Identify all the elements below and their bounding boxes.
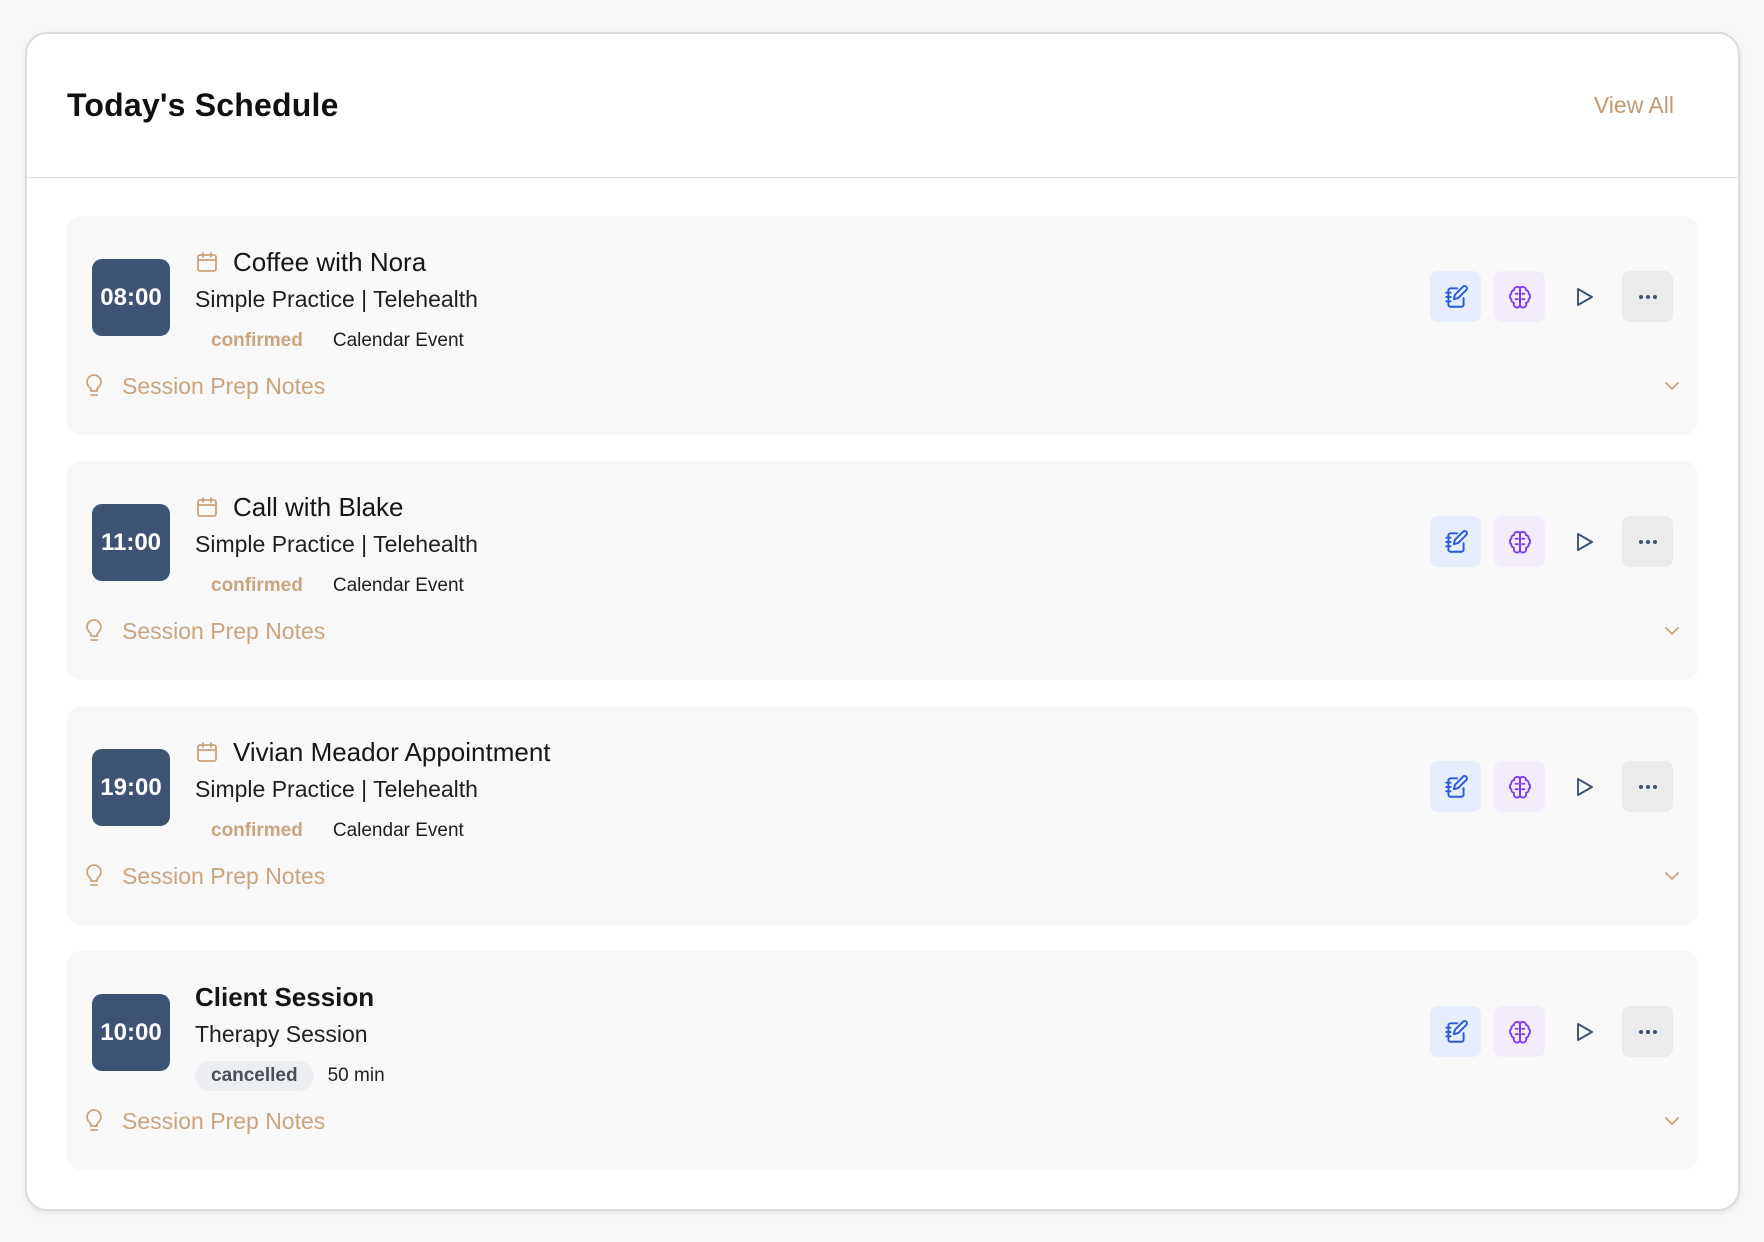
duration-label: 50 min	[327, 1065, 385, 1086]
time-badge: 11:00	[92, 504, 170, 581]
appointment-info: Vivian Meador Appointment Simple Practic…	[195, 734, 551, 847]
appointment-title: Vivian Meador Appointment	[233, 736, 551, 767]
appointment-actions	[1430, 516, 1673, 567]
session-prep-notes-toggle[interactable]: Session Prep Notes	[83, 613, 1682, 649]
appointment-item[interactable]: 19:00 Vivian Meador Appointment Simple P…	[67, 706, 1698, 925]
start-session-button[interactable]	[1558, 516, 1609, 567]
appointment-info: Coffee with Nora Simple Practice | Teleh…	[195, 244, 478, 357]
ai-brain-button[interactable]	[1494, 516, 1545, 567]
notes-edit-icon	[1443, 529, 1469, 555]
lightbulb-icon	[83, 863, 105, 889]
status-badge: confirmed	[211, 575, 303, 596]
more-options-button[interactable]	[1622, 516, 1673, 567]
more-options-button[interactable]	[1622, 761, 1673, 812]
notes-edit-icon	[1443, 284, 1469, 310]
view-all-link[interactable]: View All	[1594, 92, 1674, 119]
ai-brain-button[interactable]	[1494, 1006, 1545, 1057]
notes-button[interactable]	[1430, 271, 1481, 322]
calendar-icon	[195, 250, 219, 274]
appointment-info: Call with Blake Simple Practice | Telehe…	[195, 489, 478, 602]
play-icon	[1572, 530, 1596, 554]
notes-edit-icon	[1443, 1019, 1469, 1045]
start-session-button[interactable]	[1558, 761, 1609, 812]
event-type-label: Calendar Event	[332, 820, 464, 841]
brain-icon	[1507, 284, 1533, 310]
play-icon	[1572, 775, 1596, 799]
chevron-down-icon	[1662, 866, 1682, 886]
brain-icon	[1507, 774, 1533, 800]
appointment-item[interactable]: 10:00 Client Session Therapy Session can…	[67, 951, 1698, 1170]
appointment-title: Coffee with Nora	[233, 246, 427, 277]
brain-icon	[1507, 529, 1533, 555]
appointment-actions	[1430, 761, 1673, 812]
play-icon	[1572, 1020, 1596, 1044]
more-options-button[interactable]	[1622, 1006, 1673, 1057]
time-badge: 19:00	[92, 749, 170, 826]
brain-icon	[1507, 1019, 1533, 1045]
time-badge: 08:00	[92, 259, 170, 336]
appointment-subtitle: Simple Practice | Telehealth	[195, 776, 478, 802]
prep-notes-label: Session Prep Notes	[122, 1107, 326, 1134]
notes-edit-icon	[1443, 774, 1469, 800]
start-session-button[interactable]	[1558, 271, 1609, 322]
page-title: Today's Schedule	[67, 87, 339, 123]
session-prep-notes-toggle[interactable]: Session Prep Notes	[83, 368, 1682, 404]
more-horizontal-icon	[1636, 775, 1660, 799]
start-session-button[interactable]	[1558, 1006, 1609, 1057]
session-prep-notes-toggle[interactable]: Session Prep Notes	[83, 1103, 1682, 1139]
status-badge: confirmed	[211, 820, 303, 841]
event-type-label: Calendar Event	[332, 330, 464, 351]
appointment-title: Call with Blake	[233, 491, 404, 522]
status-badge: confirmed	[211, 330, 303, 351]
appointment-actions	[1430, 1006, 1673, 1057]
prep-notes-label: Session Prep Notes	[122, 862, 326, 889]
lightbulb-icon	[83, 618, 105, 644]
calendar-icon	[195, 495, 219, 519]
appointment-item[interactable]: 11:00 Call with Blake Simple Practice | …	[67, 461, 1698, 680]
schedule-header: Today's Schedule View All	[27, 34, 1738, 178]
appointment-list: 08:00 Coffee with Nora Simple Practice |…	[27, 178, 1738, 1170]
more-options-button[interactable]	[1622, 271, 1673, 322]
prep-notes-label: Session Prep Notes	[122, 617, 326, 644]
session-prep-notes-toggle[interactable]: Session Prep Notes	[83, 858, 1682, 894]
chevron-down-icon	[1662, 621, 1682, 641]
status-badge: cancelled	[195, 1061, 314, 1091]
appointment-subtitle: Simple Practice | Telehealth	[195, 286, 478, 312]
prep-notes-label: Session Prep Notes	[122, 372, 326, 399]
chevron-down-icon	[1662, 376, 1682, 396]
lightbulb-icon	[83, 373, 105, 399]
schedule-card: Today's Schedule View All 08:00 Coffee w…	[25, 32, 1740, 1211]
lightbulb-icon	[83, 1108, 105, 1134]
more-horizontal-icon	[1636, 530, 1660, 554]
appointment-info: Client Session Therapy Session cancelled…	[195, 979, 385, 1092]
play-icon	[1572, 285, 1596, 309]
ai-brain-button[interactable]	[1494, 761, 1545, 812]
appointment-subtitle: Therapy Session	[195, 1021, 368, 1047]
calendar-icon	[195, 740, 219, 764]
notes-button[interactable]	[1430, 516, 1481, 567]
chevron-down-icon	[1662, 1111, 1682, 1131]
event-type-label: Calendar Event	[332, 575, 464, 596]
appointment-subtitle: Simple Practice | Telehealth	[195, 531, 478, 557]
more-horizontal-icon	[1636, 1020, 1660, 1044]
time-badge: 10:00	[92, 994, 170, 1071]
more-horizontal-icon	[1636, 285, 1660, 309]
appointment-item[interactable]: 08:00 Coffee with Nora Simple Practice |…	[67, 216, 1698, 435]
ai-brain-button[interactable]	[1494, 271, 1545, 322]
notes-button[interactable]	[1430, 1006, 1481, 1057]
appointment-actions	[1430, 271, 1673, 322]
appointment-title: Client Session	[195, 981, 375, 1012]
notes-button[interactable]	[1430, 761, 1481, 812]
